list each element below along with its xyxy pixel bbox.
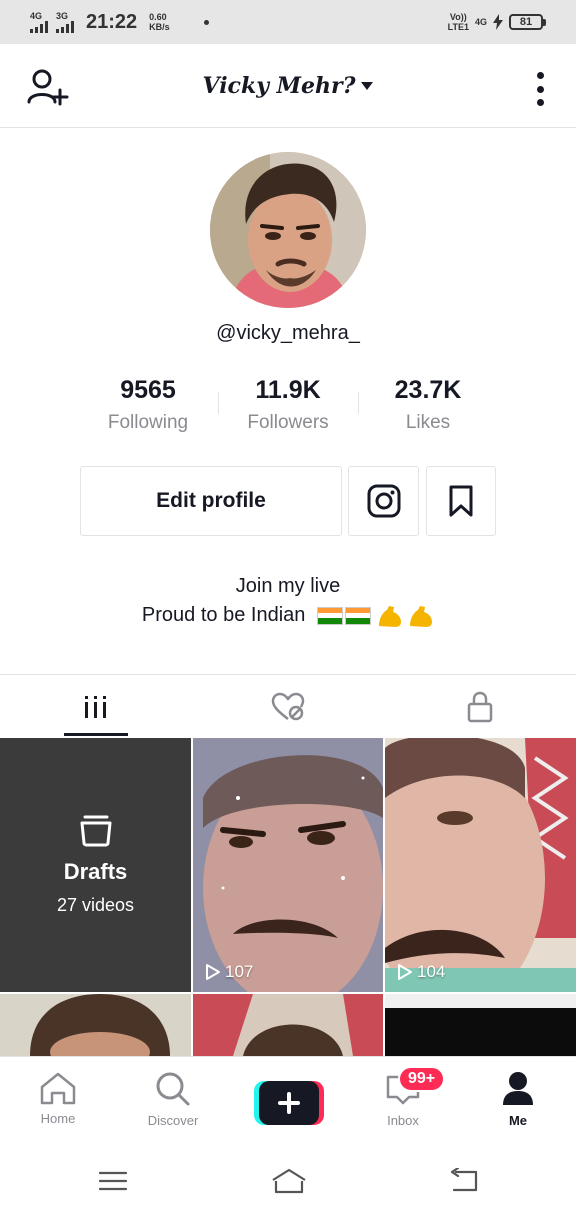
home-button-icon[interactable] (270, 1168, 308, 1194)
play-count-value: 104 (417, 962, 446, 981)
create-video-button[interactable] (254, 1081, 324, 1125)
tab-videos[interactable] (0, 675, 192, 738)
bio-line-1: Join my live (235, 575, 341, 597)
nav-discover[interactable]: Discover (123, 1057, 223, 1145)
flexed-biceps-icon (378, 605, 401, 627)
bio-line-2-row: Proud to be Indian (0, 601, 576, 630)
nav-home-label: Home (40, 1111, 76, 1126)
video-thumbnail[interactable] (193, 994, 383, 1056)
volte-top: Vo)) (449, 12, 467, 22)
back-icon[interactable] (448, 1168, 480, 1194)
notification-dot-icon (203, 19, 209, 25)
video-thumbnail[interactable] (385, 994, 576, 1056)
play-icon (398, 964, 412, 980)
play-count: 104 (397, 962, 445, 982)
stat-followers[interactable]: 11.9K Followers (218, 372, 358, 442)
video-thumbnail-image (0, 994, 191, 1056)
video-thumbnail[interactable]: 107 (193, 738, 383, 992)
stat-label: Followers (247, 412, 329, 433)
video-thumbnail-image (385, 738, 576, 992)
drafts-title: Drafts (63, 858, 128, 884)
stat-value: 9565 (120, 376, 176, 404)
instagram-button[interactable] (348, 466, 419, 536)
profile-tabs (0, 674, 576, 738)
avatar[interactable] (210, 152, 366, 308)
profile-handle: @vicky_mehra_ (216, 322, 360, 344)
stat-value: 11.9K (255, 376, 321, 404)
profile-stats: 9565 Following 11.9K Followers 23.7K Lik… (78, 372, 498, 442)
lock-icon (467, 691, 493, 722)
video-grid: Drafts 27 videos 107 104 (0, 738, 576, 1056)
edit-profile-button[interactable]: Edit profile (80, 466, 342, 536)
stat-likes[interactable]: 23.7K Likes (358, 372, 498, 442)
hidden-likes-icon (271, 692, 305, 720)
search-icon (156, 1072, 190, 1106)
status-bar: 4G 3G 21:22 0.60 KB/s Vo)) LTE1 4G 81 (0, 0, 576, 44)
drafts-icon (80, 815, 111, 846)
india-flag-icon (344, 606, 371, 625)
profile-icon (503, 1072, 533, 1105)
nav-discover-label: Discover (147, 1113, 199, 1128)
signal-2: 3G (56, 10, 74, 33)
nav-home[interactable]: Home (8, 1057, 108, 1145)
nav-inbox-label: Inbox (387, 1113, 419, 1128)
add-user-icon[interactable] (26, 68, 70, 108)
instagram-icon (367, 484, 400, 518)
network-type-3: 4G (474, 17, 487, 27)
profile-header: Vicky Mehr? (0, 44, 576, 128)
video-thumbnail[interactable] (0, 994, 191, 1056)
speed-value: 0.60 (149, 12, 167, 22)
bottom-navigation: Home Discover Inbox 99+ Me (0, 1056, 576, 1144)
speed-unit: KB/s (149, 22, 170, 32)
account-switcher[interactable]: Vicky Mehr? (203, 73, 374, 99)
stat-label: Likes (405, 412, 451, 433)
battery-level: 81 (509, 14, 543, 30)
favorites-button[interactable] (426, 466, 496, 536)
video-thumbnail-image (193, 994, 383, 1056)
india-flag-icons (316, 606, 371, 625)
india-flag-icon (316, 606, 343, 625)
avatar-photo (210, 152, 366, 308)
volte-indicator: Vo)) LTE1 (448, 12, 469, 32)
bio-line-2: Proud to be Indian (141, 604, 306, 626)
network-type-1: 4G (30, 10, 43, 21)
tab-private[interactable] (384, 675, 576, 738)
clock: 21:22 (86, 10, 138, 33)
video-thumbnail-image (193, 738, 383, 992)
charging-icon (493, 14, 503, 30)
signal-1: 4G (30, 10, 48, 33)
inbox-badge: 99+ (398, 1066, 446, 1092)
stat-label: Following (107, 412, 189, 433)
nav-me[interactable]: Me (468, 1057, 568, 1145)
network-speed: 0.60 KB/s (149, 12, 170, 32)
drafts-count: 27 videos (56, 894, 135, 915)
videos-grid-icon (85, 695, 106, 718)
nav-me-label: Me (508, 1113, 528, 1128)
play-count-value: 107 (225, 962, 254, 981)
account-username: Vicky Mehr? (202, 72, 356, 99)
tab-liked[interactable] (192, 675, 384, 738)
flexed-biceps-icon (410, 605, 433, 627)
profile-bio: Join my live Proud to be Indian (0, 572, 576, 630)
chevron-down-icon (361, 81, 374, 90)
stat-following[interactable]: 9565 Following (78, 372, 218, 442)
home-icon (40, 1072, 76, 1105)
play-icon (206, 964, 220, 980)
menu-icon[interactable] (98, 1170, 128, 1192)
play-count: 107 (205, 962, 253, 982)
more-options-icon[interactable] (534, 72, 546, 106)
bookmark-icon (449, 485, 473, 517)
battery-icon: 81 (509, 14, 546, 30)
stat-value: 23.7K (394, 376, 462, 404)
network-type-2: 3G (56, 10, 69, 21)
system-navigation-bar (0, 1144, 576, 1216)
drafts-tile[interactable]: Drafts 27 videos (0, 738, 191, 992)
video-thumbnail[interactable]: 104 (385, 738, 576, 992)
volte-bottom: LTE1 (447, 22, 469, 32)
